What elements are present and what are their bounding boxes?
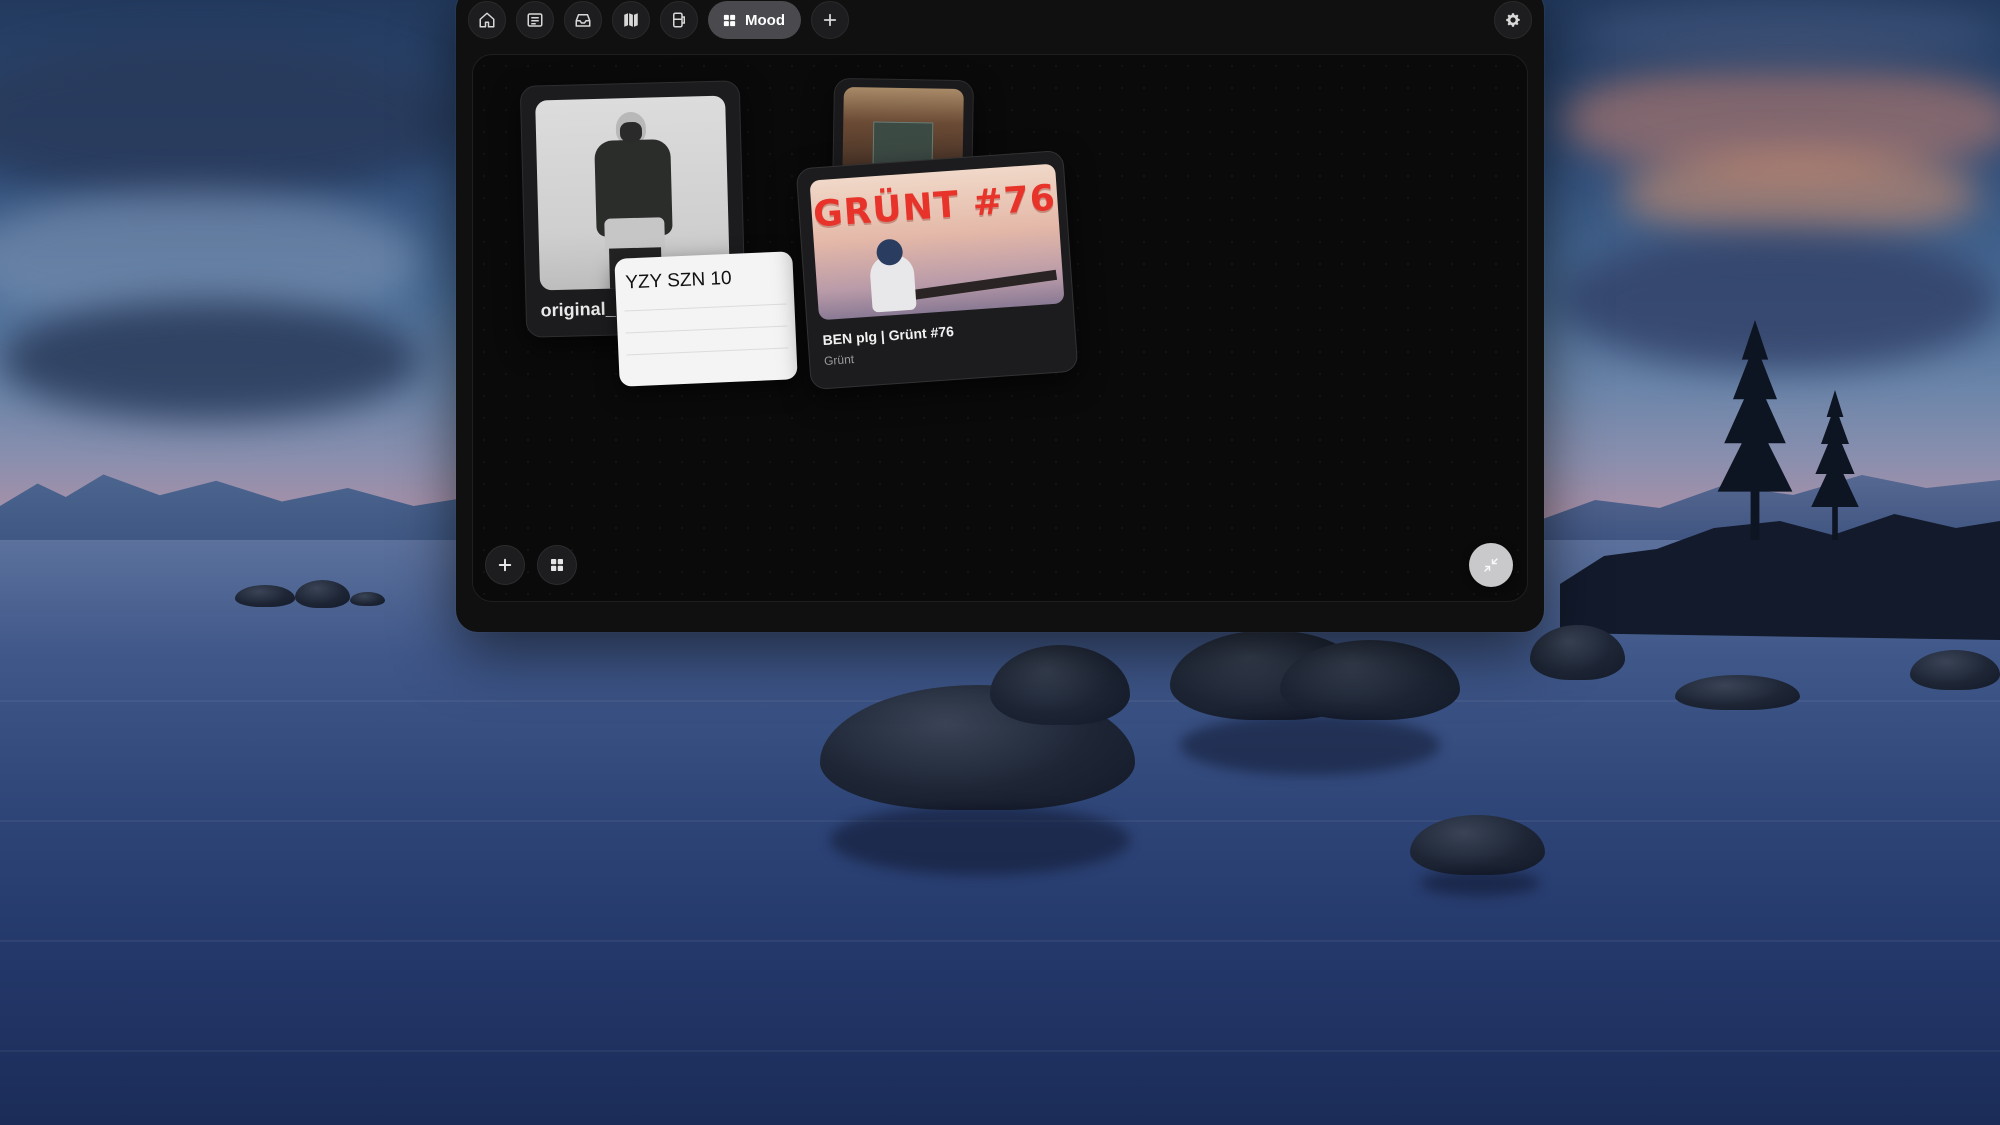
layout-grid-button[interactable] — [537, 545, 577, 585]
note-line — [626, 347, 789, 356]
note-card[interactable]: YZY SZN 10 — [614, 251, 798, 387]
collapse-arrows-icon — [1484, 558, 1498, 572]
storage-button[interactable] — [660, 1, 698, 39]
note-line — [624, 303, 787, 312]
add-tab-button[interactable] — [810, 1, 849, 39]
home-button[interactable] — [468, 1, 506, 39]
settings-button[interactable] — [1494, 1, 1532, 39]
grid-icon — [723, 14, 736, 26]
storage-icon — [673, 12, 685, 28]
mood-board-canvas[interactable]: original_ YZY SZN 10 GRÜNT #76 BEN plg |… — [472, 54, 1528, 602]
note-title: YZY SZN 10 — [624, 267, 733, 294]
map-icon — [624, 13, 638, 27]
rock-reflection — [830, 805, 1130, 875]
podcast-art-title: GRÜNT #76 — [811, 177, 1058, 236]
tab-mood[interactable]: Mood — [708, 1, 801, 39]
cloud — [1580, 0, 2000, 70]
water-ripple — [0, 940, 2000, 942]
inbox-button[interactable] — [564, 1, 602, 39]
rock — [350, 592, 385, 606]
rock-reflection — [1180, 715, 1440, 775]
home-icon — [479, 12, 495, 28]
add-item-button[interactable] — [485, 545, 525, 585]
rock — [295, 580, 350, 608]
rock — [1675, 675, 1800, 710]
podcast-card[interactable]: GRÜNT #76 BEN plg | Grünt #76 Grünt — [795, 149, 1079, 391]
tab-mood-label: Mood — [745, 11, 785, 29]
photo-shape — [619, 121, 643, 143]
podcast-show-name: Grünt — [823, 352, 855, 369]
rock-reflection — [1420, 870, 1540, 896]
cloud — [1560, 230, 2000, 370]
plus-icon — [823, 13, 837, 27]
podcast-episode-title: BEN plg | Grünt #76 — [822, 322, 955, 349]
rock — [235, 585, 295, 607]
water-ripple — [0, 1050, 2000, 1052]
toolbar: Mood — [468, 0, 1532, 40]
reader-icon — [527, 13, 543, 27]
grid-icon — [551, 559, 563, 571]
plus-icon — [498, 558, 512, 572]
cloud — [1620, 150, 1980, 240]
cloud — [0, 300, 420, 420]
podcast-thumbnail: GRÜNT #76 — [809, 163, 1065, 321]
inbox-tray-icon — [575, 14, 591, 27]
reader-button[interactable] — [516, 1, 554, 39]
outfit-card-label: original_ — [540, 298, 616, 321]
app-window: Mood original_ YZY SZN 10 GRÜNT #76 BEN … — [456, 0, 1544, 632]
gear-icon — [1506, 13, 1520, 27]
map-button[interactable] — [612, 1, 650, 39]
collapse-button[interactable] — [1469, 543, 1513, 587]
note-line — [625, 325, 788, 334]
